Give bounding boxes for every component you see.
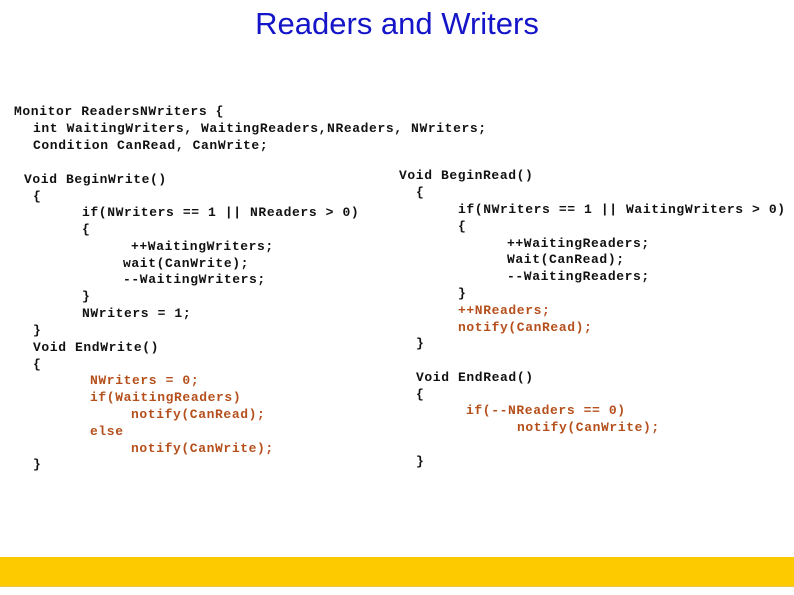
end-write-if-waiting-readers: if(WaitingReaders) [90, 390, 242, 405]
end-read-signature: Void EndRead() [416, 370, 534, 385]
begin-read-increment-nreaders: ++NReaders; [458, 303, 551, 318]
end-write-signature: Void EndWrite() [33, 340, 160, 355]
int-variables-declaration: int WaitingWriters, WaitingReaders,NRead… [33, 121, 487, 136]
begin-read-close-brace: } [416, 336, 425, 351]
begin-read-notify-canread: notify(CanRead); [458, 320, 593, 335]
end-read-close-brace: } [416, 454, 425, 469]
condition-declaration: Condition CanRead, CanWrite; [33, 138, 269, 153]
slide: Readers and Writers Monitor ReadersNWrit… [0, 0, 794, 595]
begin-write-if-condition: if(NWriters == 1 || NReaders > 0) [82, 205, 360, 220]
begin-write-signature: Void BeginWrite() [24, 172, 167, 187]
begin-write-if-close-brace: } [82, 289, 91, 304]
end-write-notify-canwrite: notify(CanWrite); [131, 441, 274, 456]
begin-write-set-nwriters: NWriters = 1; [82, 306, 192, 321]
begin-write-wait: wait(CanWrite); [123, 256, 250, 271]
end-read-notify-canwrite: notify(CanWrite); [517, 420, 660, 435]
end-write-reset-nwriters: NWriters = 0; [90, 373, 200, 388]
end-read-if-decrement: if(--NReaders == 0) [466, 403, 626, 418]
begin-read-increment-waiting: ++WaitingReaders; [507, 236, 650, 251]
begin-read-decrement-waiting: --WaitingReaders; [507, 269, 650, 284]
code-block: Monitor ReadersNWriters { int WaitingWri… [0, 0, 794, 540]
begin-write-open-brace: { [33, 189, 42, 204]
begin-write-close-brace: } [33, 323, 42, 338]
begin-read-wait: Wait(CanRead); [507, 252, 625, 267]
end-write-close-brace: } [33, 457, 42, 472]
begin-read-if-condition: if(NWriters == 1 || WaitingWriters > 0) [458, 202, 786, 217]
begin-read-signature: Void BeginRead() [399, 168, 534, 183]
begin-write-increment-waiting: ++WaitingWriters; [131, 239, 274, 254]
end-read-open-brace: { [416, 387, 425, 402]
end-write-else: else [90, 424, 124, 439]
begin-write-if-open-brace: { [82, 222, 91, 237]
begin-read-open-brace: { [416, 185, 425, 200]
begin-write-decrement-waiting: --WaitingWriters; [123, 272, 266, 287]
end-write-open-brace: { [33, 357, 42, 372]
footer-bar [0, 557, 794, 587]
monitor-declaration: Monitor ReadersNWriters { [14, 104, 225, 119]
end-write-notify-canread: notify(CanRead); [131, 407, 266, 422]
begin-read-if-open-brace: { [458, 219, 467, 234]
begin-read-if-close-brace: } [458, 286, 467, 301]
